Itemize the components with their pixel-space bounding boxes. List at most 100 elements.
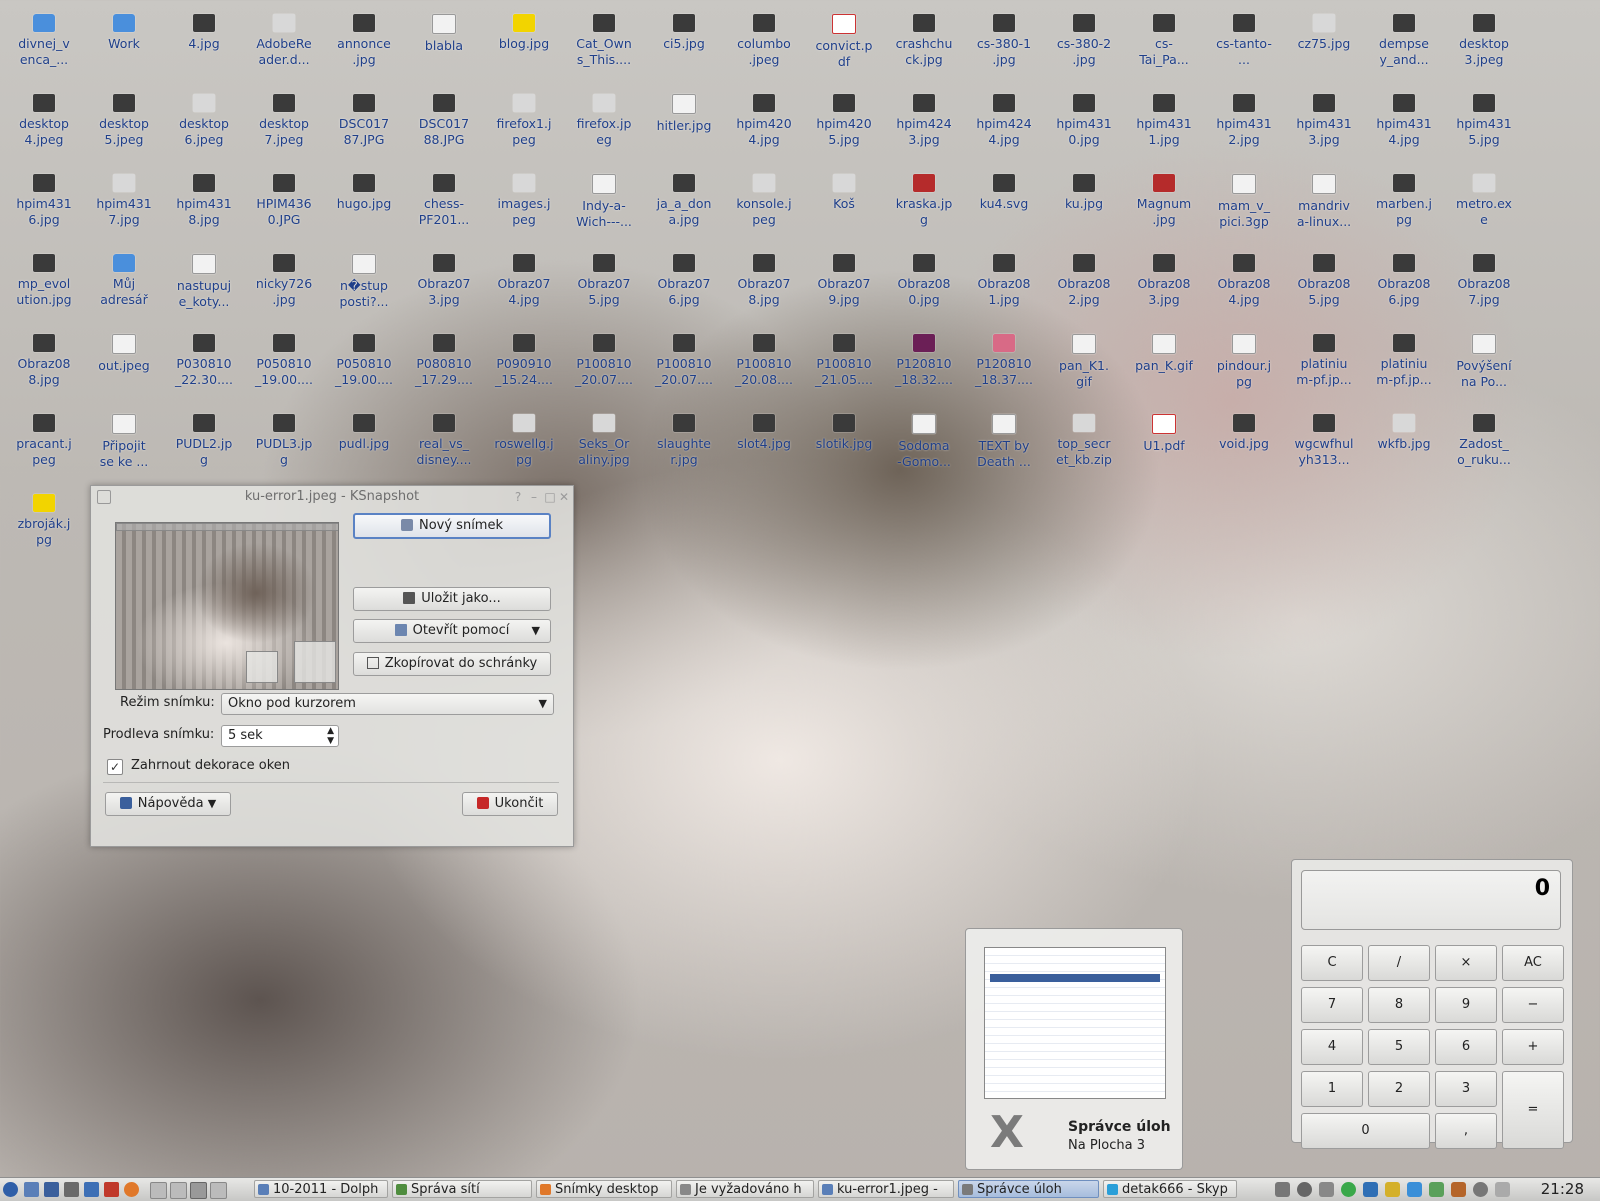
desktop-icon[interactable]: desktop 4.jpeg [4, 90, 84, 148]
desktop-icon[interactable]: Obraz07 4.jpg [484, 250, 564, 308]
desktop-icon[interactable]: slotik.jpg [804, 410, 884, 452]
desktop-icon[interactable]: P120810 _18.32.... [884, 330, 964, 388]
desktop-icon[interactable]: pracant.j peg [4, 410, 84, 468]
desktop-icon[interactable]: nastupuj e_koty... [164, 250, 244, 310]
update-icon[interactable] [1341, 1182, 1356, 1197]
desktop-icon[interactable]: Obraz08 4.jpg [1204, 250, 1284, 308]
info-icon[interactable] [1473, 1182, 1488, 1197]
desktop-icon[interactable]: Koš [804, 170, 884, 212]
desktop-icon[interactable]: Work [84, 10, 164, 52]
calculator-key[interactable]: 1 [1301, 1071, 1363, 1107]
desktop-4-icon[interactable] [210, 1182, 227, 1199]
desktop-icon[interactable]: hpim431 1.jpg [1124, 90, 1204, 148]
battery-icon[interactable] [1495, 1182, 1510, 1197]
desktop-icon[interactable]: ci5.jpg [644, 10, 724, 52]
desktop-icon[interactable]: hugo.jpg [324, 170, 404, 212]
minimize-icon[interactable]: – [527, 486, 541, 508]
desktop-icon[interactable]: hpim431 4.jpg [1364, 90, 1444, 148]
taskbar-task-button[interactable]: detak666 - Skyp [1103, 1180, 1237, 1198]
konqueror-icon[interactable] [104, 1182, 119, 1197]
network-icon[interactable] [84, 1182, 99, 1197]
desktop-icon[interactable]: crashchu ck.jpg [884, 10, 964, 68]
package-icon[interactable] [1451, 1182, 1466, 1197]
quit-button[interactable]: Ukončit [462, 792, 558, 816]
desktop-icon[interactable]: nicky726 .jpg [244, 250, 324, 308]
desktop-icon[interactable]: cs- Tai_Pa... [1124, 10, 1204, 68]
desktop-icon[interactable]: P100810 _20.08.... [724, 330, 804, 388]
desktop-icon[interactable]: desktop 3.jpeg [1444, 10, 1524, 68]
calculator-key[interactable]: / [1368, 945, 1430, 981]
calculator-key[interactable]: + [1502, 1029, 1564, 1065]
help-button[interactable]: Nápověda ▼ [105, 792, 231, 816]
desktop-icon[interactable]: slot4.jpg [724, 410, 804, 452]
desktop-icon[interactable]: Zadost_ o_ruku... [1444, 410, 1524, 468]
desktop-icon[interactable]: hpim424 3.jpg [884, 90, 964, 148]
calculator-key[interactable]: , [1435, 1113, 1497, 1149]
desktop-icon[interactable]: convict.p df [804, 10, 884, 70]
desktop-icon[interactable]: firefox1.j peg [484, 90, 564, 148]
desktop-icon[interactable]: cs-380-2 .jpg [1044, 10, 1124, 68]
desktop-icon[interactable]: Seks_Or aliny.jpg [564, 410, 644, 468]
desktop-1-icon[interactable] [150, 1182, 167, 1199]
desktop-icon[interactable]: Obraz08 3.jpg [1124, 250, 1204, 308]
desktop-icon[interactable]: marben.j pg [1364, 170, 1444, 228]
clipboard-icon[interactable] [1297, 1182, 1312, 1197]
desktop-icon[interactable]: Sodoma -Gomo... [884, 410, 964, 470]
desktop-icon[interactable]: wgcwfhul yh313... [1284, 410, 1364, 468]
desktop-icon[interactable]: blog.jpg [484, 10, 564, 52]
desktop-icon[interactable]: PUDL2.jp g [164, 410, 244, 468]
desktop-icon[interactable]: P100810 _20.07.... [644, 330, 724, 388]
desktop-icon[interactable]: PUDL3.jp g [244, 410, 324, 468]
calendar-icon[interactable] [1429, 1182, 1444, 1197]
desktop-icon[interactable]: divnej_v enca_... [4, 10, 84, 68]
desktop-icon[interactable]: cz75.jpg [1284, 10, 1364, 52]
desktop-icon[interactable]: platiniu m-pf.jp... [1284, 330, 1364, 388]
desktop-icon[interactable]: Obraz08 7.jpg [1444, 250, 1524, 308]
desktop-icon[interactable]: Obraz08 5.jpg [1284, 250, 1364, 308]
desktop-icon[interactable]: Obraz07 5.jpg [564, 250, 644, 308]
desktop-icon[interactable]: Obraz07 6.jpg [644, 250, 724, 308]
desktop-icon[interactable]: hpim431 0.jpg [1044, 90, 1124, 148]
desktop-icon[interactable]: pan_K1. gif [1044, 330, 1124, 390]
snapshot-delay-spinbox[interactable]: 5 sek ▲ ▼ [221, 725, 339, 747]
desktop-icon[interactable]: Obraz07 8.jpg [724, 250, 804, 308]
desktop-icon[interactable]: pindour.j pg [1204, 330, 1284, 390]
system-settings-icon[interactable] [44, 1182, 59, 1197]
volume-icon[interactable] [1275, 1182, 1290, 1197]
desktop-icon[interactable]: cs-380-1 .jpg [964, 10, 1044, 68]
desktop-icon[interactable]: images.j peg [484, 170, 564, 228]
taskbar-task-button[interactable]: Správce úloh [958, 1180, 1099, 1198]
desktop-icon[interactable]: mp_evol ution.jpg [4, 250, 84, 308]
desktop-icon[interactable]: Obraz08 2.jpg [1044, 250, 1124, 308]
desktop-icon[interactable]: chess- PF201... [404, 170, 484, 228]
open-with-button[interactable]: Otevřít pomocí ▼ [353, 619, 551, 643]
desktop-icon[interactable]: P050810 _19.00.... [324, 330, 404, 388]
include-decorations-checkbox[interactable]: ✓ [107, 759, 123, 775]
desktop-icon[interactable]: desktop 6.jpeg [164, 90, 244, 148]
desktop-icon[interactable]: DSC017 88.JPG [404, 90, 484, 148]
desktop-icon[interactable]: P050810 _19.00.... [244, 330, 324, 388]
desktop-icon[interactable]: Můj adresář [84, 250, 164, 308]
desktop-icon[interactable]: ku4.svg [964, 170, 1044, 212]
calculator-key[interactable]: 6 [1435, 1029, 1497, 1065]
calculator-key[interactable]: C [1301, 945, 1363, 981]
desktop-icon[interactable]: hpim431 6.jpg [4, 170, 84, 228]
calculator-key[interactable]: − [1502, 987, 1564, 1023]
desktop-icon[interactable]: hpim420 5.jpg [804, 90, 884, 148]
desktop-icon[interactable]: blabla [404, 10, 484, 54]
desktop-icon[interactable]: hitler.jpg [644, 90, 724, 134]
desktop-icon[interactable]: hpim431 2.jpg [1204, 90, 1284, 148]
dropbox-icon[interactable] [1407, 1182, 1422, 1197]
desktop-icon[interactable]: P120810 _18.37.... [964, 330, 1044, 388]
taskbar-task-button[interactable]: Je vyžadováno h [676, 1180, 814, 1198]
desktop-icon[interactable]: dempse y_and... [1364, 10, 1444, 68]
desktop-icon[interactable]: top_secr et_kb.zip [1044, 410, 1124, 468]
desktop-icon[interactable]: hpim431 7.jpg [84, 170, 164, 228]
desktop-icon[interactable]: firefox.jp eg [564, 90, 644, 148]
desktop-icon[interactable]: P100810 _21.05.... [804, 330, 884, 388]
kde-menu-icon[interactable] [3, 1182, 18, 1197]
desktop-icon[interactable]: TEXT by Death ... [964, 410, 1044, 470]
desktop-icon[interactable]: 4.jpg [164, 10, 244, 52]
desktop-icon[interactable]: pan_K.gif [1124, 330, 1204, 374]
desktop-icon[interactable]: hpim431 3.jpg [1284, 90, 1364, 148]
